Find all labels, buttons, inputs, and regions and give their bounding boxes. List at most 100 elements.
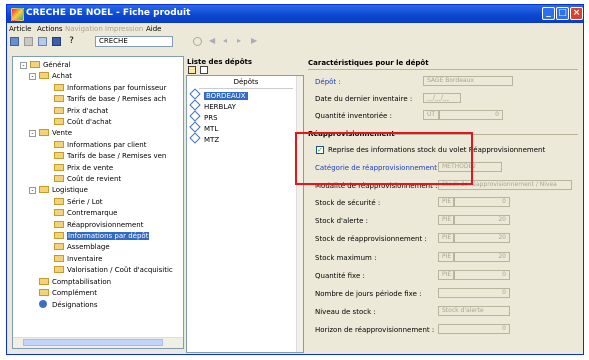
tree-item-label: Contremarque (67, 209, 118, 218)
tree-item[interactable]: Tarifs de base / Remises ach (54, 95, 166, 104)
tree-expander-icon[interactable]: - (29, 130, 36, 138)
previous-record-icon[interactable]: ◂ (223, 37, 232, 46)
menu-actions[interactable]: Actions (37, 25, 63, 33)
tree-item[interactable]: Désignations (39, 300, 98, 309)
folder-icon (54, 163, 64, 171)
tree-item-label: Valorisation / Coût d'acquisitic (67, 266, 173, 275)
replenishment-row-label: Horizon de réapprovisionnement : (315, 326, 435, 335)
depot-list-item[interactable]: HERBLAY (189, 99, 236, 111)
replenishment-value-field[interactable]: 20 (454, 215, 510, 226)
tree-item[interactable]: Série / Lot (54, 197, 103, 207)
tree-horizontal-scrollbar[interactable] (13, 337, 183, 348)
tree-item[interactable]: Informations par dépôt (54, 232, 150, 241)
tree-expander-icon[interactable]: - (29, 187, 36, 195)
menu-impression[interactable]: Impression (105, 25, 143, 33)
tree-item[interactable]: - Logistique (29, 186, 88, 195)
next-record-icon[interactable]: ▸ (237, 37, 246, 46)
folder-icon (30, 61, 40, 68)
depot-label[interactable]: Dépôt : (315, 78, 341, 86)
maximize-button[interactable]: □ (556, 7, 569, 20)
menu-article[interactable]: Article (9, 25, 31, 33)
tree-item[interactable]: Réapprovisionnement (54, 220, 144, 230)
replenishment-unit-field: PIE (438, 233, 454, 244)
qty-inventoried-field[interactable]: 0 (439, 110, 503, 120)
depot-vertical-scrollbar[interactable] (296, 76, 303, 352)
depot-column-header[interactable]: Dépôts (199, 76, 293, 89)
tree-item-label: Achat (52, 72, 72, 81)
depot-list-item[interactable]: MTZ (189, 132, 219, 144)
replenishment-row-label: Stock maximum : (315, 253, 377, 262)
tree-item[interactable]: - Général (20, 61, 71, 70)
tree-item-label: Comptabilisation (52, 277, 112, 286)
folder-icon (54, 266, 64, 274)
highlight-annotation-box (295, 132, 473, 185)
new-depot-icon[interactable] (188, 66, 196, 74)
tree-item[interactable]: Coût de revient (54, 175, 121, 184)
replenishment-value-field[interactable]: Stock d'alerte (438, 306, 510, 317)
last-record-icon[interactable]: ▶ (251, 37, 260, 46)
replenishment-value-field[interactable]: 0 (438, 324, 510, 335)
depot-name: HERBLAY (204, 103, 236, 111)
window-title: CRECHE DE NOEL - Fiche produit (26, 8, 191, 18)
qty-unit-field: UT (423, 110, 439, 120)
tree-item[interactable]: Assemblage (54, 243, 110, 252)
replenishment-value-field[interactable]: 0 (438, 288, 510, 298)
save-icon[interactable] (52, 37, 61, 46)
tree-item-label: Désignations (52, 301, 98, 310)
depot-field[interactable]: SAGE Bordeaux (423, 76, 513, 86)
replenishment-value-field[interactable]: 0 (454, 197, 510, 207)
replenishment-unit-field: PIE (438, 269, 454, 280)
tree-item-label: Vente (52, 129, 73, 138)
tree-item[interactable]: Valorisation / Coût d'acquisitic (54, 266, 173, 275)
replenishment-unit-field: PIE (438, 215, 454, 226)
status-bar (7, 348, 583, 354)
replenishment-value-field[interactable]: 20 (454, 233, 510, 244)
last-inventory-label: Date du dernier inventaire : (315, 95, 413, 103)
folder-icon (54, 152, 64, 160)
menu-navigation[interactable]: Navigation (65, 25, 103, 33)
edit-depot-icon[interactable] (200, 66, 208, 74)
tree-item[interactable]: Informations par fournisseur (54, 83, 166, 93)
tree-item[interactable]: Prix de vente (54, 163, 113, 173)
last-inventory-field[interactable]: __/__/__ (423, 93, 461, 103)
search-input[interactable]: CRECHE (95, 36, 173, 47)
menu-aide[interactable]: Aide (146, 25, 161, 33)
folder-icon (39, 186, 49, 194)
navigation-tree: - Général - Achat Informations par fournisse… (12, 56, 184, 349)
scroll-thumb[interactable] (23, 339, 163, 346)
tree-item[interactable]: Prix d'achat (54, 106, 108, 116)
tree-item-label: Complément (52, 289, 97, 297)
folder-icon (54, 140, 64, 148)
title-bar[interactable]: CRECHE DE NOEL - Fiche produit _ □ × (7, 5, 583, 23)
depot-list-item[interactable]: BORDEAUX (189, 88, 248, 100)
folder-icon (39, 277, 49, 285)
search-icon[interactable] (193, 37, 202, 46)
tree-item[interactable]: Coût d'achat (54, 118, 112, 127)
tree-item[interactable]: - Vente (29, 129, 73, 138)
replenishment-value-field[interactable]: 20 (454, 251, 510, 262)
close-button[interactable]: × (570, 7, 583, 20)
tree-item[interactable]: Tarifs de base / Remises ven (54, 152, 166, 161)
new-icon[interactable] (10, 37, 19, 46)
tree-item[interactable]: Inventaire (54, 254, 102, 264)
minimize-button[interactable]: _ (542, 7, 555, 20)
depot-icon (189, 110, 201, 122)
first-record-icon[interactable]: ◀ (209, 37, 218, 46)
tree-item-label: Informations par client (67, 140, 147, 149)
tree-item[interactable]: Contremarque (54, 209, 117, 218)
replenishment-value-field[interactable]: 0 (454, 269, 510, 280)
characteristics-divider (308, 69, 578, 70)
tree-item[interactable]: - Achat (29, 72, 72, 81)
tree-item[interactable]: Complément (39, 289, 97, 298)
help-icon[interactable]: ? (67, 37, 76, 46)
tree-expander-icon[interactable]: - (20, 62, 27, 69)
tree-expander-icon[interactable]: - (29, 73, 36, 81)
duplicate-icon[interactable] (24, 37, 33, 46)
depot-icon (189, 99, 201, 111)
depot-icon (189, 88, 201, 100)
tree-item[interactable]: Comptabilisation (39, 277, 112, 287)
folder-icon (54, 106, 64, 114)
folder-icon (54, 209, 64, 217)
tree-item[interactable]: Informations par client (54, 140, 147, 150)
delete-icon[interactable] (38, 37, 47, 46)
